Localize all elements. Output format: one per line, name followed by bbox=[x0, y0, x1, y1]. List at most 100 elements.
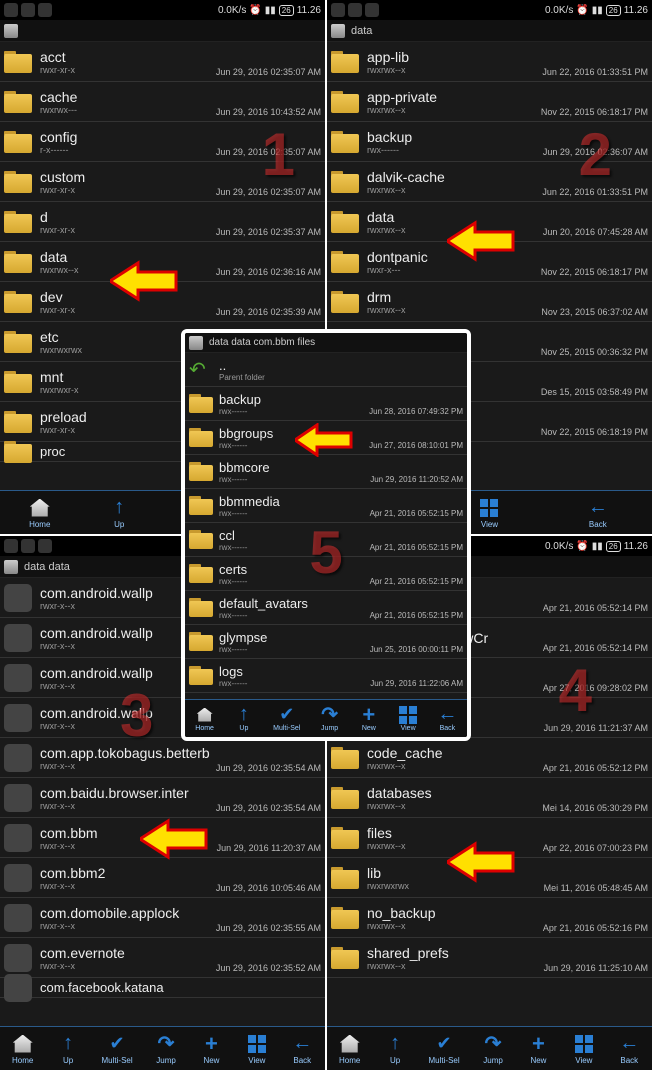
list-item[interactable]: default_avatarsrwx------Apr 21, 2016 05:… bbox=[185, 591, 467, 625]
signal-icon: ▮▮ bbox=[592, 541, 603, 552]
view-button[interactable]: View bbox=[572, 1033, 596, 1065]
view-button[interactable]: View bbox=[398, 706, 418, 732]
list-item[interactable]: com.bbmrwxr-x--xJun 29, 2016 11:20:37 AM bbox=[0, 818, 325, 858]
new-button[interactable]: +New bbox=[359, 706, 379, 732]
list-item[interactable]: devrwxr-xr-xJun 29, 2016 02:35:39 AM bbox=[0, 282, 325, 322]
folder-icon bbox=[331, 91, 359, 113]
entry-date: Apr 21, 2016 05:52:15 PM bbox=[370, 577, 463, 586]
tool-label: Back bbox=[293, 1056, 311, 1065]
list-item[interactable]: datarwxrwx--xJun 29, 2016 02:36:16 AM bbox=[0, 242, 325, 282]
path-bar[interactable]: data data com.bbm files bbox=[185, 333, 467, 353]
back-button[interactable]: ←Back bbox=[437, 706, 457, 732]
folder-icon bbox=[331, 291, 359, 313]
view-button[interactable]: View bbox=[245, 1033, 269, 1065]
notif-icon bbox=[348, 3, 362, 17]
new-icon: + bbox=[359, 706, 379, 724]
folder-icon bbox=[331, 51, 359, 73]
home-button[interactable]: Home bbox=[28, 497, 52, 529]
path-bar[interactable] bbox=[0, 20, 325, 42]
up-button[interactable]: ↑Up bbox=[234, 706, 254, 732]
list-item[interactable]: glympserwx------Jun 25, 2016 00:00:11 PM bbox=[185, 625, 467, 659]
app-icon bbox=[4, 624, 32, 652]
new-icon: + bbox=[199, 1033, 223, 1055]
entry-date: Jun 29, 2016 02:35:54 AM bbox=[216, 763, 321, 773]
parent-folder-row[interactable]: .. Parent folder bbox=[185, 353, 467, 387]
entry-date: Apr 21, 2016 05:52:14 PM bbox=[543, 603, 648, 613]
multi-button[interactable]: ✔Multi-Sel bbox=[102, 1033, 133, 1065]
view-icon bbox=[398, 706, 418, 724]
list-item[interactable]: databasesrwxrwx--xMei 14, 2016 05:30:29 … bbox=[327, 778, 652, 818]
list-item[interactable]: certsrwx------Apr 21, 2016 05:52:15 PM bbox=[185, 557, 467, 591]
multi-button[interactable]: ✔Multi-Sel bbox=[429, 1033, 460, 1065]
tool-label: New bbox=[530, 1056, 546, 1065]
list-item[interactable]: logsrwx------Jun 29, 2016 11:22:06 AM bbox=[185, 659, 467, 693]
list-item[interactable]: dalvik-cacherwxrwx--xJun 22, 2016 01:33:… bbox=[327, 162, 652, 202]
list-item[interactable]: shared_prefsrwxrwx--xJun 29, 2016 11:25:… bbox=[327, 938, 652, 978]
status-bar: 0.0K/s ⏰ ▮▮ 26 11.26 bbox=[0, 0, 325, 20]
home-button[interactable]: Home bbox=[338, 1033, 362, 1065]
entry-date: Jun 25, 2016 00:00:11 PM bbox=[370, 645, 463, 654]
home-button[interactable]: Home bbox=[11, 1033, 35, 1065]
folder-icon bbox=[189, 666, 213, 685]
tool-label: View bbox=[481, 520, 498, 529]
back-button[interactable]: ←Back bbox=[617, 1033, 641, 1065]
entry-name: backup bbox=[367, 129, 648, 145]
up-button[interactable]: ↑Up bbox=[383, 1033, 407, 1065]
tool-label: New bbox=[203, 1056, 219, 1065]
list-item[interactable]: drwxr-xr-xJun 29, 2016 02:35:37 AM bbox=[0, 202, 325, 242]
list-item[interactable]: datarwxrwx--xJun 20, 2016 07:45:28 AM bbox=[327, 202, 652, 242]
up-button[interactable]: ↑Up bbox=[107, 497, 131, 529]
list-item[interactable]: bbmcorerwx------Jun 29, 2016 11:20:52 AM bbox=[185, 455, 467, 489]
jump-button[interactable]: ↷Jump bbox=[154, 1033, 178, 1065]
entry-date: Jun 29, 2016 02:35:52 AM bbox=[216, 963, 321, 973]
path-text: data bbox=[351, 25, 372, 37]
entry-date: Jun 22, 2016 01:33:51 PM bbox=[542, 187, 648, 197]
list-item[interactable]: app-privaterwxrwx--xNov 22, 2015 06:18:1… bbox=[327, 82, 652, 122]
list-item[interactable]: backuprwx------Jun 29, 2016 02:36:07 AM bbox=[327, 122, 652, 162]
list-item[interactable]: filesrwxrwx--xApr 22, 2016 07:00:23 PM bbox=[327, 818, 652, 858]
folder-icon bbox=[331, 131, 359, 153]
list-item[interactable]: com.domobile.applockrwxr-x--xJun 29, 201… bbox=[0, 898, 325, 938]
list-item[interactable]: com.bbm2rwxr-x--xJun 29, 2016 10:05:46 A… bbox=[0, 858, 325, 898]
list-item[interactable]: cacherwxrwx---Jun 29, 2016 10:43:52 AM bbox=[0, 82, 325, 122]
list-item[interactable]: cclrwx------Apr 21, 2016 05:52:15 PM bbox=[185, 523, 467, 557]
list-item[interactable]: drmrwxrwx--xNov 23, 2015 06:37:02 AM bbox=[327, 282, 652, 322]
list-item[interactable]: com.baidu.browser.interrwxr-x--xJun 29, … bbox=[0, 778, 325, 818]
list-item[interactable]: com.app.tokobagus.betterbrwxr-x--xJun 29… bbox=[0, 738, 325, 778]
list-item[interactable]: com.evernoterwxr-x--xJun 29, 2016 02:35:… bbox=[0, 938, 325, 978]
list-item[interactable]: dontpanicrwxr-x---Nov 22, 2015 06:18:17 … bbox=[327, 242, 652, 282]
view-button[interactable]: View bbox=[477, 497, 501, 529]
list-item[interactable]: tmp bbox=[185, 693, 467, 699]
entry-name: acct bbox=[40, 49, 321, 65]
entry-date: Nov 23, 2015 06:37:02 AM bbox=[541, 307, 648, 317]
up-icon: ↑ bbox=[234, 706, 254, 724]
path-bar[interactable]: data bbox=[327, 20, 652, 42]
up-button[interactable]: ↑Up bbox=[56, 1033, 80, 1065]
list-item[interactable]: com.facebook.katana bbox=[0, 978, 325, 998]
list-item[interactable]: app-librwxrwx--xJun 22, 2016 01:33:51 PM bbox=[327, 42, 652, 82]
list-item[interactable]: bbmmediarwx------Apr 21, 2016 05:52:15 P… bbox=[185, 489, 467, 523]
list-item[interactable]: acctrwxr-xr-xJun 29, 2016 02:35:07 AM bbox=[0, 42, 325, 82]
net-speed: 0.0K/s bbox=[218, 5, 246, 16]
list-item[interactable]: customrwxr-xr-xJun 29, 2016 02:35:07 AM bbox=[0, 162, 325, 202]
tool-label: Multi-Sel bbox=[429, 1056, 460, 1065]
app-icon bbox=[4, 704, 32, 732]
back-button[interactable]: ←Back bbox=[586, 497, 610, 529]
new-button[interactable]: +New bbox=[526, 1033, 550, 1065]
jump-button[interactable]: ↷Jump bbox=[481, 1033, 505, 1065]
folder-icon bbox=[331, 171, 359, 193]
jump-button[interactable]: ↷Jump bbox=[320, 706, 340, 732]
clock: 11.26 bbox=[624, 5, 648, 16]
list-item[interactable]: configr-x------Jun 29, 2016 02:35:07 AM bbox=[0, 122, 325, 162]
list-item[interactable]: bbgroupsrwx------Jun 27, 2016 08:10:01 P… bbox=[185, 421, 467, 455]
multi-button[interactable]: ✔Multi-Sel bbox=[273, 706, 300, 732]
home-button[interactable]: Home bbox=[195, 706, 215, 732]
list-item[interactable]: code_cacherwxrwx--xApr 21, 2016 05:52:12… bbox=[327, 738, 652, 778]
entry-date: Jun 29, 2016 02:35:07 AM bbox=[216, 187, 321, 197]
file-list[interactable]: .. Parent folder backuprwx------Jun 28, … bbox=[185, 353, 467, 699]
list-item[interactable]: no_backuprwxrwx--xApr 21, 2016 05:52:16 … bbox=[327, 898, 652, 938]
new-button[interactable]: +New bbox=[199, 1033, 223, 1065]
list-item[interactable]: backuprwx------Jun 28, 2016 07:49:32 PM bbox=[185, 387, 467, 421]
back-button[interactable]: ←Back bbox=[290, 1033, 314, 1065]
list-item[interactable]: librwxrwxrwxMei 11, 2016 05:48:45 AM bbox=[327, 858, 652, 898]
